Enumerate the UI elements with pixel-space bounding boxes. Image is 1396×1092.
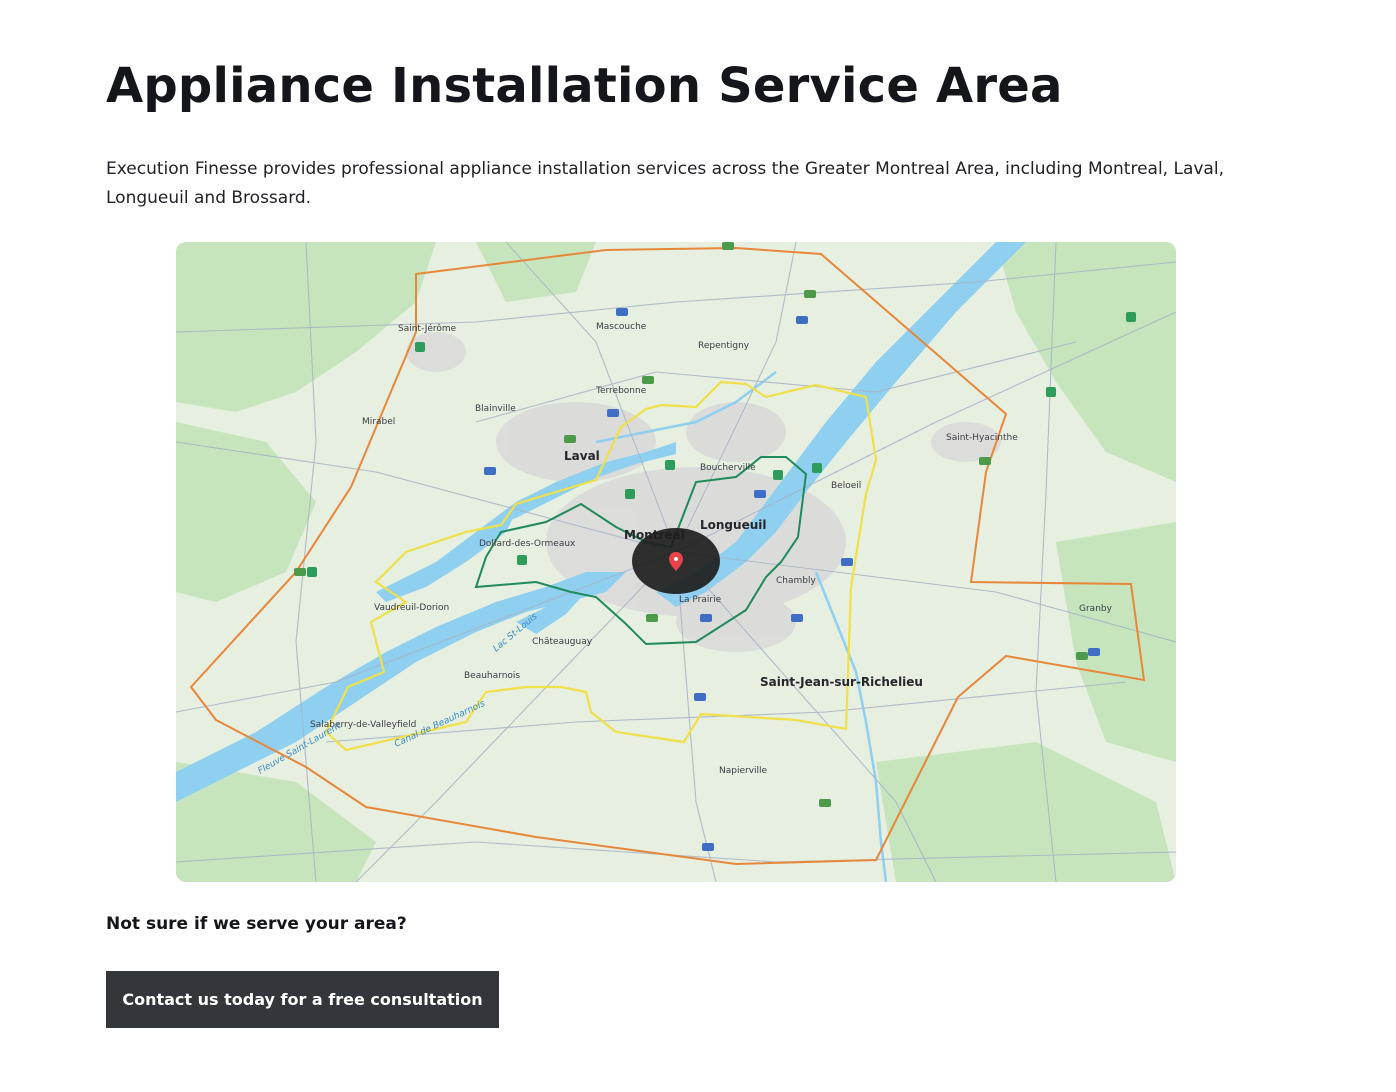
service-area-question: Not sure if we serve your area? bbox=[106, 914, 407, 934]
label-chambly: Chambly bbox=[776, 576, 816, 586]
label-longueuil: Longueuil bbox=[700, 518, 766, 532]
label-st-hyacinthe: Saint-Hyacinthe bbox=[946, 433, 1018, 443]
page-title: Appliance Installation Service Area bbox=[106, 58, 1063, 114]
label-dollard: Dollard-des-Ormeaux bbox=[479, 539, 576, 549]
label-terrebonne: Terrebonne bbox=[595, 386, 647, 396]
page: Appliance Installation Service Area Exec… bbox=[0, 0, 1396, 1092]
label-mascouche: Mascouche bbox=[596, 322, 647, 332]
service-area-map[interactable]: Laval Montréal Longueuil Saint-Jean-sur-… bbox=[176, 242, 1176, 882]
page-description: Execution Finesse provides professional … bbox=[106, 159, 1224, 208]
free-consultation-button[interactable]: Contact us today for a free consultation bbox=[106, 971, 499, 1028]
label-st-jean: Saint-Jean-sur-Richelieu bbox=[760, 675, 923, 689]
label-beauharnois: Beauharnois bbox=[464, 671, 520, 681]
label-mirabel: Mirabel bbox=[362, 417, 395, 427]
map-canvas[interactable]: Laval Montréal Longueuil Saint-Jean-sur-… bbox=[176, 242, 1176, 882]
label-granby: Granby bbox=[1079, 604, 1113, 614]
label-repentigny: Repentigny bbox=[698, 341, 750, 351]
label-boucherville: Boucherville bbox=[700, 463, 756, 473]
location-pin[interactable] bbox=[632, 528, 720, 594]
label-vaudreuil: Vaudreuil-Dorion bbox=[374, 603, 449, 613]
label-la-prairie: La Prairie bbox=[679, 595, 722, 605]
label-napierville: Napierville bbox=[719, 766, 768, 776]
label-st-jerome: Saint-Jérôme bbox=[398, 323, 457, 334]
label-blainville: Blainville bbox=[475, 404, 516, 414]
label-beloeil: Beloeil bbox=[831, 481, 861, 491]
label-laval: Laval bbox=[564, 449, 600, 463]
label-chateauguay: Châteauguay bbox=[532, 637, 593, 647]
